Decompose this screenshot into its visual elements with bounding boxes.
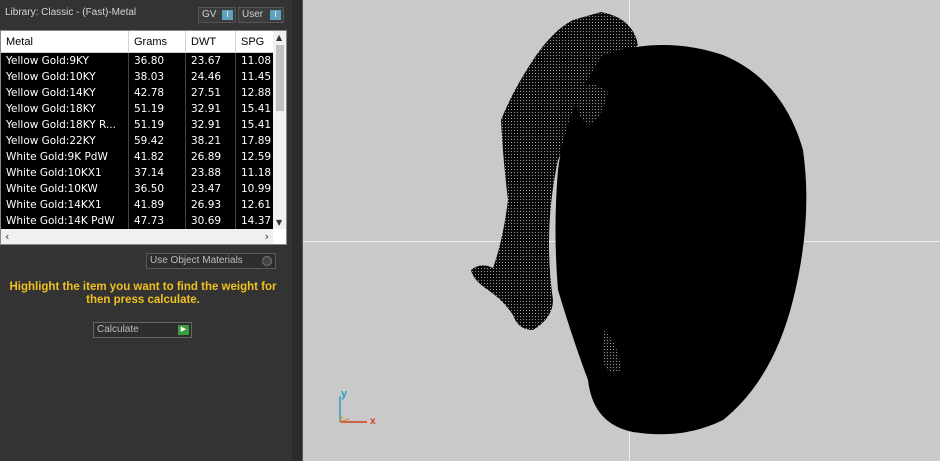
table-row[interactable]: Yellow Gold:14KY 42.78 27.51 12.88 <box>1 85 276 101</box>
cell-grams: 42.78 <box>129 85 186 101</box>
cell-metal: Yellow Gold:14KY <box>1 85 129 101</box>
library-title: Library: Classic - (Fast)-Metal <box>5 7 137 18</box>
cell-dwt: 32.91 <box>186 101 236 117</box>
table-row[interactable]: White Gold:10KW 36.50 23.47 10.99 <box>1 181 276 197</box>
scroll-down-icon[interactable]: ▼ <box>276 218 282 227</box>
gv-toggle-icon: I <box>222 10 233 20</box>
mesh-model[interactable] <box>303 0 940 461</box>
cell-dwt: 23.88 <box>186 165 236 181</box>
user-label: User <box>242 9 264 20</box>
weight-calculator-panel: Library: Classic - (Fast)-Metal GV I Use… <box>0 0 292 461</box>
cell-grams: 36.50 <box>129 181 186 197</box>
column-header-spg[interactable]: SPG <box>236 31 276 53</box>
cell-dwt: 27.51 <box>186 85 236 101</box>
cell-grams: 41.89 <box>129 197 186 213</box>
cell-grams: 51.19 <box>129 117 186 133</box>
cell-dwt: 23.47 <box>186 181 236 197</box>
cell-metal: White Gold:10KX1 <box>1 165 129 181</box>
cell-dwt: 26.89 <box>186 149 236 165</box>
cell-metal: White Gold:14K PdW <box>1 213 129 229</box>
table-row[interactable]: Yellow Gold:9KY 36.80 23.67 11.08 <box>1 53 276 69</box>
cell-spg: 17.89 <box>236 133 276 149</box>
cell-metal: Yellow Gold:18KY R... <box>1 117 129 133</box>
use-object-materials-option[interactable]: Use Object Materials <box>146 253 276 269</box>
cell-grams: 37.14 <box>129 165 186 181</box>
cell-dwt: 24.46 <box>186 69 236 85</box>
cell-metal: White Gold:10KW <box>1 181 129 197</box>
user-toggle-button[interactable]: User I <box>238 7 284 23</box>
cell-spg: 15.41 <box>236 117 276 133</box>
scroll-right-icon[interactable]: › <box>265 230 269 243</box>
table-row[interactable]: White Gold:10KX1 37.14 23.88 11.18 <box>1 165 276 181</box>
table-header: Metal Grams DWT SPG <box>1 31 276 53</box>
cell-dwt: 23.67 <box>186 53 236 69</box>
gv-label: GV <box>202 9 217 20</box>
cell-dwt: 32.91 <box>186 117 236 133</box>
gv-toggle-button[interactable]: GV I <box>198 7 236 23</box>
scroll-up-icon[interactable]: ▲ <box>276 33 282 42</box>
cell-metal: Yellow Gold:18KY <box>1 101 129 117</box>
column-header-dwt[interactable]: DWT <box>186 31 236 53</box>
radio-icon[interactable] <box>262 256 272 266</box>
axis-z-label: z <box>339 414 343 423</box>
table-row[interactable]: White Gold:14K PdW 47.73 30.69 14.37 <box>1 213 276 229</box>
table-row[interactable]: Yellow Gold:22KY 59.42 38.21 17.89 <box>1 133 276 149</box>
cell-dwt: 26.93 <box>186 197 236 213</box>
table-row[interactable]: Yellow Gold:18KY R... 51.19 32.91 15.41 <box>1 117 276 133</box>
cell-metal: White Gold:9K PdW <box>1 149 129 165</box>
cell-spg: 11.18 <box>236 165 276 181</box>
column-header-grams[interactable]: Grams <box>129 31 186 53</box>
table-row[interactable]: White Gold:9K PdW 41.82 26.89 12.59 <box>1 149 276 165</box>
cell-spg: 12.61 <box>236 197 276 213</box>
table-row[interactable]: Yellow Gold:18KY 51.19 32.91 15.41 <box>1 101 276 117</box>
cell-metal: Yellow Gold:10KY <box>1 69 129 85</box>
calculate-label: Calculate <box>97 324 139 335</box>
panel-divider[interactable] <box>292 0 302 461</box>
cell-grams: 36.80 <box>129 53 186 69</box>
cell-spg: 11.45 <box>236 69 276 85</box>
column-header-metal[interactable]: Metal <box>1 31 129 53</box>
cell-grams: 47.73 <box>129 213 186 229</box>
table-body: Yellow Gold:9KY 36.80 23.67 11.08 Yellow Gol… <box>1 53 276 229</box>
cell-grams: 38.03 <box>129 69 186 85</box>
cell-spg: 12.88 <box>236 85 276 101</box>
cell-grams: 51.19 <box>129 101 186 117</box>
user-toggle-icon: I <box>270 10 281 20</box>
use-object-materials-label: Use Object Materials <box>150 255 243 266</box>
horizontal-scrollbar[interactable]: ‹ › <box>1 229 273 244</box>
axis-x-label: x <box>370 416 376 427</box>
metal-table: Metal Grams DWT SPG Yellow Gold:9KY 36.80… <box>0 30 287 245</box>
scroll-left-icon[interactable]: ‹ <box>5 230 9 243</box>
cell-spg: 12.59 <box>236 149 276 165</box>
axis-y-label: y <box>341 388 348 400</box>
play-arrow-icon: ▶ <box>178 325 189 335</box>
cell-spg: 11.08 <box>236 53 276 69</box>
cell-grams: 41.82 <box>129 149 186 165</box>
cell-spg: 10.99 <box>236 181 276 197</box>
cell-dwt: 38.21 <box>186 133 236 149</box>
vertical-scroll-thumb[interactable] <box>276 45 284 111</box>
cell-spg: 15.41 <box>236 101 276 117</box>
cell-metal: Yellow Gold:9KY <box>1 53 129 69</box>
app-window: Library: Classic - (Fast)-Metal GV I Use… <box>0 0 940 461</box>
cell-metal: White Gold:14KX1 <box>1 197 129 213</box>
cell-dwt: 30.69 <box>186 213 236 229</box>
3d-viewport[interactable]: y x z <box>302 0 940 461</box>
calculate-button[interactable]: Calculate ▶ <box>93 322 192 338</box>
table-row[interactable]: White Gold:14KX1 41.89 26.93 12.61 <box>1 197 276 213</box>
cell-metal: Yellow Gold:22KY <box>1 133 129 149</box>
table-row[interactable]: Yellow Gold:10KY 38.03 24.46 11.45 <box>1 69 276 85</box>
vertical-scrollbar[interactable]: ▲ ▼ <box>273 31 286 229</box>
instruction-text: Highlight the item you want to find the … <box>9 281 277 306</box>
cell-spg: 14.37 <box>236 213 276 229</box>
cell-grams: 59.42 <box>129 133 186 149</box>
